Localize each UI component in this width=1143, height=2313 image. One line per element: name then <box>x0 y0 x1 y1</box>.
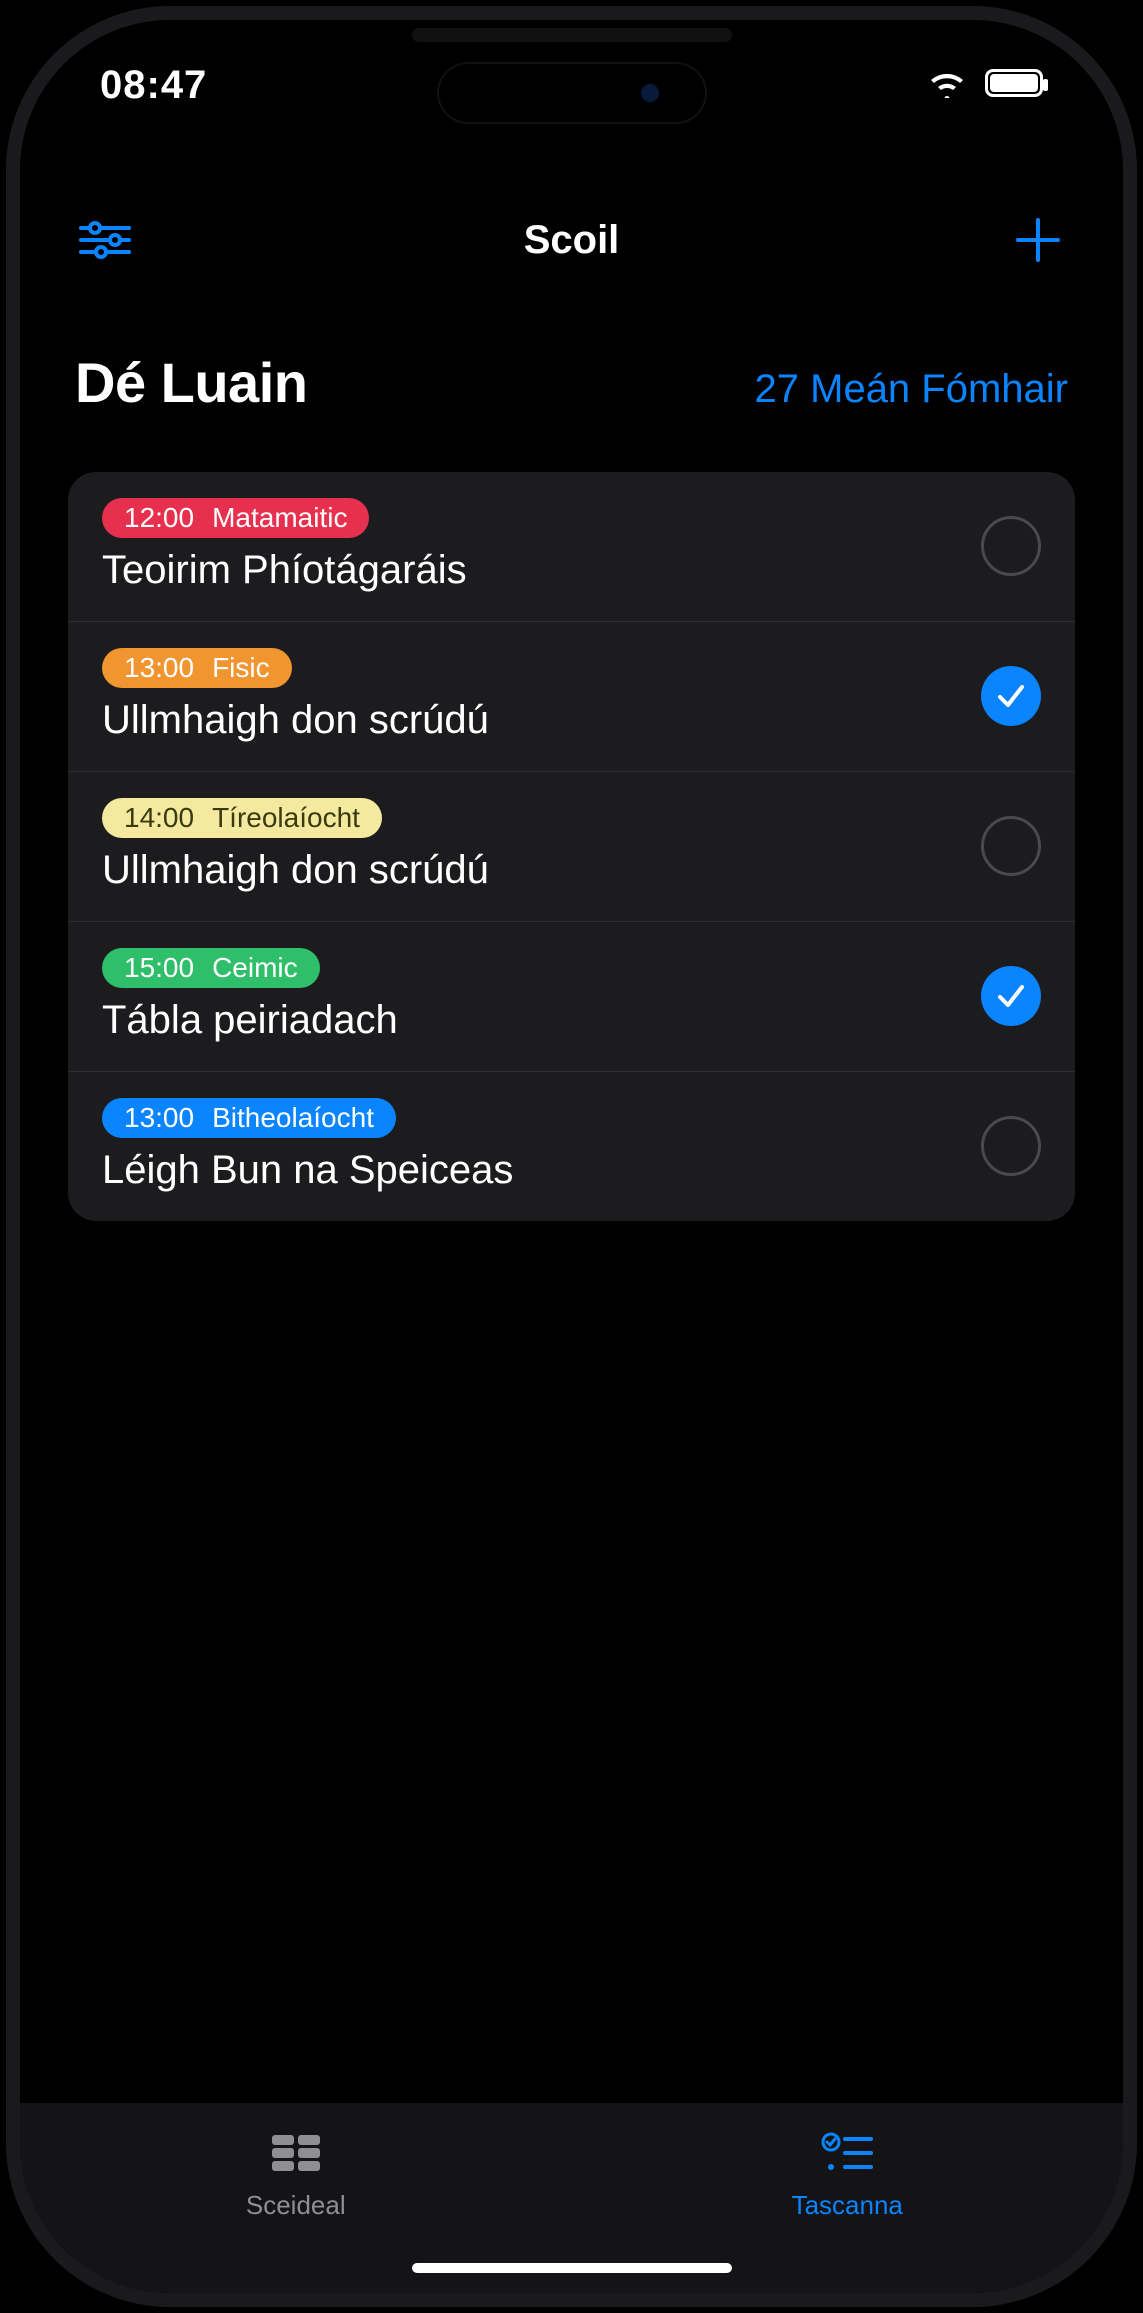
add-button[interactable] <box>1008 210 1068 270</box>
battery-icon <box>985 69 1043 102</box>
tab-tasks[interactable]: Tascanna <box>572 2103 1124 2248</box>
task-title: Léigh Bun na Speiceas <box>102 1148 951 1193</box>
task-pill: 14:00 Tíreolaíocht <box>102 798 382 838</box>
task-pill: 12:00 Matamaitic <box>102 498 369 538</box>
task-checkbox[interactable] <box>981 516 1041 576</box>
task-time: 13:00 <box>124 1102 194 1134</box>
task-time: 12:00 <box>124 502 194 534</box>
task-title: Teoirim Phíotágaráis <box>102 548 951 593</box>
page-title: Scoil <box>135 218 1008 263</box>
task-checkbox[interactable] <box>981 816 1041 876</box>
task-title: Ullmhaigh don scrúdú <box>102 698 951 743</box>
task-subject: Matamaitic <box>212 502 347 534</box>
task-list: 12:00 Matamaitic Teoirim Phíotágaráis 13… <box>68 472 1075 1221</box>
nav-bar: Scoil <box>20 200 1123 280</box>
task-time: 15:00 <box>124 952 194 984</box>
task-time: 14:00 <box>124 802 194 834</box>
grid-icon <box>268 2131 324 2180</box>
day-header: Dé Luain 27 Meán Fómhair <box>20 350 1123 415</box>
status-bar: 08:47 <box>20 20 1123 150</box>
phone-frame: 08:47 <box>20 20 1123 2293</box>
task-checkbox[interactable] <box>981 966 1041 1026</box>
task-pill: 13:00 Bitheolaíocht <box>102 1098 396 1138</box>
task-title: Ullmhaigh don scrúdú <box>102 848 951 893</box>
filter-button[interactable] <box>75 210 135 270</box>
day-name: Dé Luain <box>75 350 307 415</box>
day-date[interactable]: 27 Meán Fómhair <box>755 367 1068 412</box>
task-row[interactable]: 15:00 Ceimic Tábla peiriadach <box>68 922 1075 1072</box>
task-subject: Bitheolaíocht <box>212 1102 374 1134</box>
checklist-icon <box>819 2131 875 2180</box>
task-subject: Tíreolaíocht <box>212 802 360 834</box>
task-subject: Ceimic <box>212 952 298 984</box>
task-row[interactable]: 13:00 Bitheolaíocht Léigh Bun na Speicea… <box>68 1072 1075 1221</box>
task-pill: 15:00 Ceimic <box>102 948 320 988</box>
tab-label: Tascanna <box>792 2190 903 2221</box>
task-pill: 13:00 Fisic <box>102 648 292 688</box>
wifi-icon <box>927 68 967 103</box>
task-checkbox[interactable] <box>981 666 1041 726</box>
task-time: 13:00 <box>124 652 194 684</box>
task-subject: Fisic <box>212 652 270 684</box>
task-row[interactable]: 12:00 Matamaitic Teoirim Phíotágaráis <box>68 472 1075 622</box>
status-time: 08:47 <box>100 63 207 108</box>
home-indicator[interactable] <box>412 2263 732 2273</box>
tab-label: Sceideal <box>246 2190 346 2221</box>
task-row[interactable]: 13:00 Fisic Ullmhaigh don scrúdú <box>68 622 1075 772</box>
tab-schedule[interactable]: Sceideal <box>20 2103 572 2248</box>
task-title: Tábla peiriadach <box>102 998 951 1043</box>
task-checkbox[interactable] <box>981 1116 1041 1176</box>
task-row[interactable]: 14:00 Tíreolaíocht Ullmhaigh don scrúdú <box>68 772 1075 922</box>
